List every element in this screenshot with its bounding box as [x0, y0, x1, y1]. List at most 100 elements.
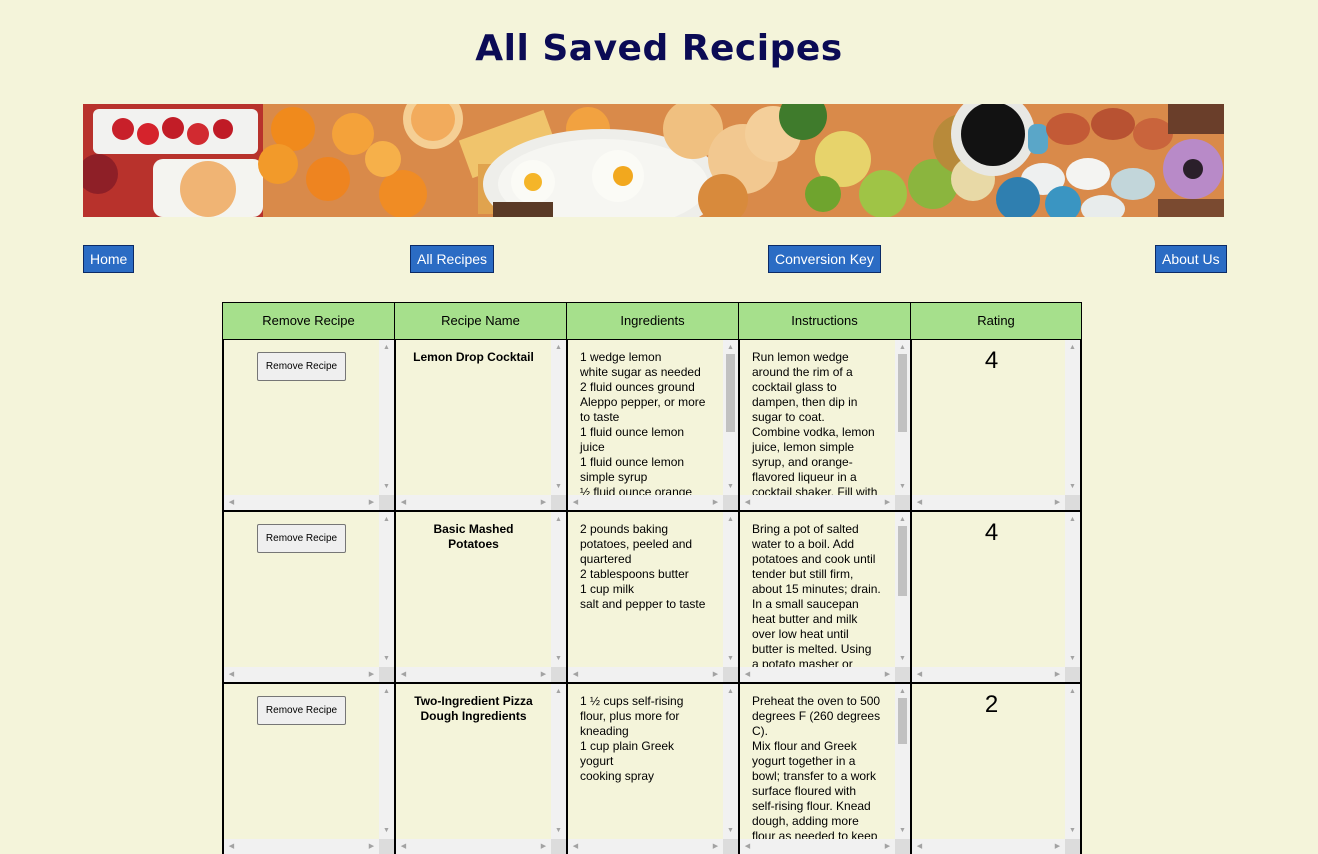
- scroll-right-arrow-icon[interactable]: ▶: [536, 843, 551, 851]
- scroll-right-arrow-icon[interactable]: ▶: [708, 843, 723, 851]
- scroll-up-arrow-icon[interactable]: ▲: [895, 344, 910, 352]
- scroll-up-arrow-icon[interactable]: ▲: [551, 688, 566, 696]
- vertical-scrollbar[interactable]: ▲ ▼: [1065, 512, 1080, 667]
- scroll-right-arrow-icon[interactable]: ▶: [536, 671, 551, 679]
- scroll-down-arrow-icon[interactable]: ▼: [895, 827, 910, 835]
- remove-recipe-button[interactable]: Remove Recipe: [257, 696, 346, 725]
- scroll-right-arrow-icon[interactable]: ▶: [708, 499, 723, 507]
- vertical-scrollbar[interactable]: ▲ ▼: [551, 684, 566, 839]
- scroll-thumb[interactable]: [898, 698, 907, 744]
- horizontal-scrollbar[interactable]: ◀ ▶: [740, 839, 895, 854]
- scroll-right-arrow-icon[interactable]: ▶: [880, 671, 895, 679]
- scroll-left-arrow-icon[interactable]: ◀: [568, 671, 583, 679]
- nav-about-us-button[interactable]: About Us: [1155, 245, 1227, 273]
- vertical-scrollbar[interactable]: ▲ ▼: [895, 340, 910, 495]
- scroll-down-arrow-icon[interactable]: ▼: [1065, 655, 1080, 663]
- horizontal-scrollbar[interactable]: ◀ ▶: [396, 839, 551, 854]
- horizontal-scrollbar[interactable]: ◀ ▶: [224, 495, 379, 510]
- horizontal-scrollbar[interactable]: ◀ ▶: [396, 667, 551, 682]
- horizontal-scrollbar[interactable]: ◀ ▶: [912, 495, 1065, 510]
- scroll-right-arrow-icon[interactable]: ▶: [364, 843, 379, 851]
- scroll-left-arrow-icon[interactable]: ◀: [740, 843, 755, 851]
- horizontal-scrollbar[interactable]: ◀ ▶: [740, 667, 895, 682]
- scroll-up-arrow-icon[interactable]: ▲: [723, 344, 738, 352]
- horizontal-scrollbar[interactable]: ◀ ▶: [396, 495, 551, 510]
- scroll-left-arrow-icon[interactable]: ◀: [224, 671, 239, 679]
- vertical-scrollbar[interactable]: ▲ ▼: [379, 684, 394, 839]
- nav-all-recipes-button[interactable]: All Recipes: [410, 245, 495, 273]
- scroll-down-arrow-icon[interactable]: ▼: [1065, 483, 1080, 491]
- scroll-down-arrow-icon[interactable]: ▼: [379, 655, 394, 663]
- scroll-up-arrow-icon[interactable]: ▲: [1065, 344, 1080, 352]
- scroll-up-arrow-icon[interactable]: ▲: [379, 688, 394, 696]
- scroll-up-arrow-icon[interactable]: ▲: [379, 344, 394, 352]
- scroll-up-arrow-icon[interactable]: ▲: [551, 344, 566, 352]
- scroll-up-arrow-icon[interactable]: ▲: [723, 516, 738, 524]
- vertical-scrollbar[interactable]: ▲ ▼: [895, 684, 910, 839]
- horizontal-scrollbar[interactable]: ◀ ▶: [568, 495, 723, 510]
- scroll-up-arrow-icon[interactable]: ▲: [551, 516, 566, 524]
- scroll-down-arrow-icon[interactable]: ▼: [895, 483, 910, 491]
- vertical-scrollbar[interactable]: ▲ ▼: [1065, 684, 1080, 839]
- vertical-scrollbar[interactable]: ▲ ▼: [723, 512, 738, 667]
- horizontal-scrollbar[interactable]: ◀ ▶: [568, 667, 723, 682]
- scroll-left-arrow-icon[interactable]: ◀: [912, 843, 927, 851]
- horizontal-scrollbar[interactable]: ◀ ▶: [224, 839, 379, 854]
- scroll-up-arrow-icon[interactable]: ▲: [895, 688, 910, 696]
- vertical-scrollbar[interactable]: ▲ ▼: [723, 684, 738, 839]
- vertical-scrollbar[interactable]: ▲ ▼: [895, 512, 910, 667]
- remove-recipe-button[interactable]: Remove Recipe: [257, 524, 346, 553]
- scroll-up-arrow-icon[interactable]: ▲: [895, 516, 910, 524]
- scroll-left-arrow-icon[interactable]: ◀: [740, 671, 755, 679]
- horizontal-scrollbar[interactable]: ◀ ▶: [912, 667, 1065, 682]
- scroll-left-arrow-icon[interactable]: ◀: [396, 671, 411, 679]
- scroll-thumb[interactable]: [898, 526, 907, 596]
- scroll-up-arrow-icon[interactable]: ▲: [379, 516, 394, 524]
- scroll-left-arrow-icon[interactable]: ◀: [912, 499, 927, 507]
- horizontal-scrollbar[interactable]: ◀ ▶: [912, 839, 1065, 854]
- remove-recipe-button[interactable]: Remove Recipe: [257, 352, 346, 381]
- scroll-right-arrow-icon[interactable]: ▶: [1050, 499, 1065, 507]
- scroll-thumb[interactable]: [726, 354, 735, 432]
- scroll-right-arrow-icon[interactable]: ▶: [364, 671, 379, 679]
- scroll-down-arrow-icon[interactable]: ▼: [723, 827, 738, 835]
- scroll-right-arrow-icon[interactable]: ▶: [880, 499, 895, 507]
- nav-conversion-key-button[interactable]: Conversion Key: [768, 245, 881, 273]
- scroll-left-arrow-icon[interactable]: ◀: [396, 499, 411, 507]
- scroll-left-arrow-icon[interactable]: ◀: [912, 671, 927, 679]
- scroll-down-arrow-icon[interactable]: ▼: [379, 827, 394, 835]
- scroll-left-arrow-icon[interactable]: ◀: [224, 499, 239, 507]
- scroll-up-arrow-icon[interactable]: ▲: [723, 688, 738, 696]
- scroll-down-arrow-icon[interactable]: ▼: [1065, 827, 1080, 835]
- scroll-down-arrow-icon[interactable]: ▼: [723, 483, 738, 491]
- scroll-right-arrow-icon[interactable]: ▶: [536, 499, 551, 507]
- scroll-down-arrow-icon[interactable]: ▼: [379, 483, 394, 491]
- vertical-scrollbar[interactable]: ▲ ▼: [551, 512, 566, 667]
- scroll-right-arrow-icon[interactable]: ▶: [364, 499, 379, 507]
- scroll-down-arrow-icon[interactable]: ▼: [551, 827, 566, 835]
- horizontal-scrollbar[interactable]: ◀ ▶: [568, 839, 723, 854]
- scroll-right-arrow-icon[interactable]: ▶: [1050, 843, 1065, 851]
- nav-home-button[interactable]: Home: [83, 245, 135, 273]
- scroll-down-arrow-icon[interactable]: ▼: [895, 655, 910, 663]
- scroll-down-arrow-icon[interactable]: ▼: [551, 655, 566, 663]
- scroll-right-arrow-icon[interactable]: ▶: [1050, 671, 1065, 679]
- horizontal-scrollbar[interactable]: ◀ ▶: [224, 667, 379, 682]
- horizontal-scrollbar[interactable]: ◀ ▶: [740, 495, 895, 510]
- scroll-down-arrow-icon[interactable]: ▼: [723, 655, 738, 663]
- vertical-scrollbar[interactable]: ▲ ▼: [379, 340, 394, 495]
- scroll-left-arrow-icon[interactable]: ◀: [568, 843, 583, 851]
- scroll-up-arrow-icon[interactable]: ▲: [1065, 516, 1080, 524]
- scroll-left-arrow-icon[interactable]: ◀: [224, 843, 239, 851]
- scroll-down-arrow-icon[interactable]: ▼: [551, 483, 566, 491]
- scroll-up-arrow-icon[interactable]: ▲: [1065, 688, 1080, 696]
- scroll-left-arrow-icon[interactable]: ◀: [568, 499, 583, 507]
- vertical-scrollbar[interactable]: ▲ ▼: [723, 340, 738, 495]
- vertical-scrollbar[interactable]: ▲ ▼: [551, 340, 566, 495]
- scroll-left-arrow-icon[interactable]: ◀: [740, 499, 755, 507]
- scroll-right-arrow-icon[interactable]: ▶: [880, 843, 895, 851]
- vertical-scrollbar[interactable]: ▲ ▼: [379, 512, 394, 667]
- scroll-left-arrow-icon[interactable]: ◀: [396, 843, 411, 851]
- vertical-scrollbar[interactable]: ▲ ▼: [1065, 340, 1080, 495]
- scroll-thumb[interactable]: [898, 354, 907, 432]
